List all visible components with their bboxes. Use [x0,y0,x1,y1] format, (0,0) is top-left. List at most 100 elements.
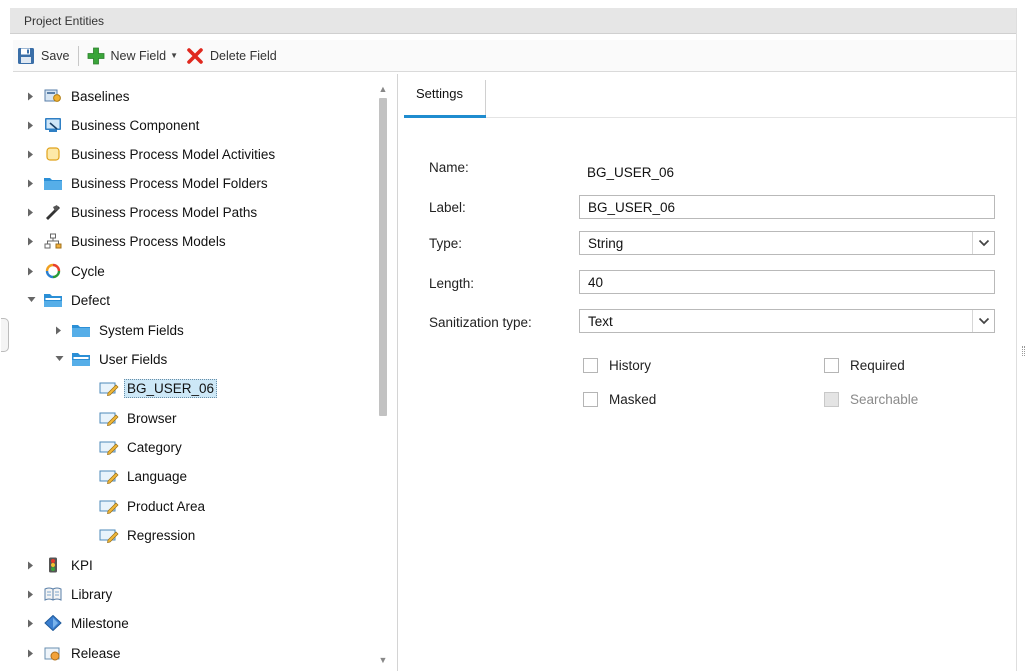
expand-arrow-icon[interactable] [53,324,65,336]
sanitization-type-select[interactable]: Text [579,309,995,333]
tree-item-regression[interactable]: Regression [81,523,198,547]
tree-item-bpm-activities[interactable]: Business Process Model Activities [25,142,278,166]
tree-item-system-fields[interactable]: System Fields [53,318,187,342]
delete-field-label: Delete Field [210,48,277,63]
tree-item-bpm-paths[interactable]: Business Process Model Paths [25,200,260,224]
cycle-icon [43,262,63,280]
expand-arrow-icon[interactable] [25,119,37,131]
checkbox-box[interactable] [583,392,598,407]
toolbar: Save New Field ▼ Delete Field [13,40,1016,72]
field-icon [99,467,119,485]
entity-tree: Baselines Business Component Business Pr… [13,74,393,671]
tree-item-label: Milestone [71,615,129,631]
expand-arrow-icon[interactable] [25,235,37,247]
tree-item-label: Regression [127,527,196,543]
checkbox-box[interactable] [583,358,598,373]
required-checkbox[interactable]: Required [824,358,905,373]
name-value: BG_USER_06 [587,165,675,180]
expand-arrow-icon[interactable] [25,588,37,600]
checkbox-box[interactable] [824,358,839,373]
delete-icon [187,47,203,64]
type-select[interactable]: String [579,231,995,255]
pane-divider[interactable] [397,74,398,671]
folder-icon [71,321,91,339]
tree-item-label: User Fields [99,351,168,367]
expand-arrow-icon[interactable] [25,265,37,277]
length-label: Length: [429,276,475,291]
tree-scrollbar[interactable]: ▲ ▼ [376,82,390,671]
searchable-checkbox: Searchable [824,392,918,407]
panel-title: Project Entities [24,14,105,28]
expand-arrow-icon[interactable] [25,617,37,629]
tree-item-label: Browser [127,410,177,426]
expand-arrow-icon[interactable] [25,647,37,659]
type-label: Type: [429,236,463,251]
toolbar-separator [77,45,79,66]
tree-item-label: Business Process Model Paths [71,204,258,220]
tree-item-language[interactable]: Language [81,464,190,488]
delete-field-button[interactable]: Delete Field [182,43,281,69]
sanitization-type-value: Text [588,314,613,329]
panel-header: Project Entities [10,8,1016,34]
tab-settings-label: Settings [416,86,463,101]
tree-item-business-component[interactable]: Business Component [25,113,202,137]
field-icon [99,438,119,456]
right-pane-edge [1016,8,1029,671]
folder-open-icon [43,291,63,309]
chevron-down-icon[interactable] [972,232,994,254]
tree-item-cycle[interactable]: Cycle [25,259,108,283]
tree-item-bg-user-06[interactable]: BG_USER_06 [81,376,218,400]
new-field-button[interactable]: New Field ▼ [83,43,183,69]
tree-item-milestone[interactable]: Milestone [25,611,132,635]
collapse-arrow-icon[interactable] [25,294,37,306]
tab-settings[interactable]: Settings [404,80,486,118]
tree-item-label: Business Process Models [71,233,226,249]
tree-item-label: System Fields [99,322,184,338]
baselines-icon [43,87,63,105]
chevron-down-icon[interactable] [972,310,994,332]
collapse-arrow-icon[interactable] [53,353,65,365]
scroll-down-icon[interactable]: ▼ [376,653,390,667]
kpi-icon [43,556,63,574]
tree-item-browser[interactable]: Browser [81,406,180,430]
collapse-handle[interactable] [1,318,9,352]
tree-item-user-fields[interactable]: User Fields [53,347,170,371]
scroll-up-icon[interactable]: ▲ [376,82,390,96]
tree-item-product-area[interactable]: Product Area [81,494,208,518]
tree-item-bpm-models[interactable]: Business Process Models [25,229,229,253]
chevron-down-icon[interactable]: ▼ [170,51,178,60]
masked-checkbox[interactable]: Masked [583,392,656,407]
tree-item-label: Baselines [71,88,130,104]
save-button[interactable]: Save [13,43,74,69]
expand-arrow-icon[interactable] [25,90,37,102]
scrollbar-thumb[interactable] [379,98,387,416]
sanitization-type-label: Sanitization type: [429,315,532,330]
name-label: Name: [429,160,469,175]
expand-arrow-icon[interactable] [25,177,37,189]
tree-item-label: Cycle [71,263,105,279]
tree-item-category[interactable]: Category [81,435,185,459]
expand-arrow-icon[interactable] [25,559,37,571]
tree-item-baselines[interactable]: Baselines [25,84,133,108]
tree-item-release[interactable]: Release [25,641,124,665]
expand-arrow-icon[interactable] [25,206,37,218]
tree-item-label: Business Process Model Activities [71,146,276,162]
expand-arrow-icon[interactable] [25,148,37,160]
tree-item-defect[interactable]: Defect [25,288,113,312]
process-model-icon [43,232,63,250]
label-label: Label: [429,200,466,215]
tree-item-library[interactable]: Library [25,582,115,606]
label-field[interactable]: BG_USER_06 [579,195,995,219]
history-checkbox[interactable]: History [583,358,651,373]
tree-item-bpm-folders[interactable]: Business Process Model Folders [25,171,271,195]
field-icon [99,526,119,544]
add-icon [87,47,104,64]
milestone-icon [43,614,63,632]
tree-item-label: Business Process Model Folders [71,175,268,191]
splitter-grip[interactable] [1022,346,1025,356]
tree-item-kpi[interactable]: KPI [25,553,96,577]
path-icon [43,203,63,221]
length-field[interactable]: 40 [579,270,995,294]
tree-item-label: Defect [71,292,111,308]
type-value: String [588,236,624,251]
